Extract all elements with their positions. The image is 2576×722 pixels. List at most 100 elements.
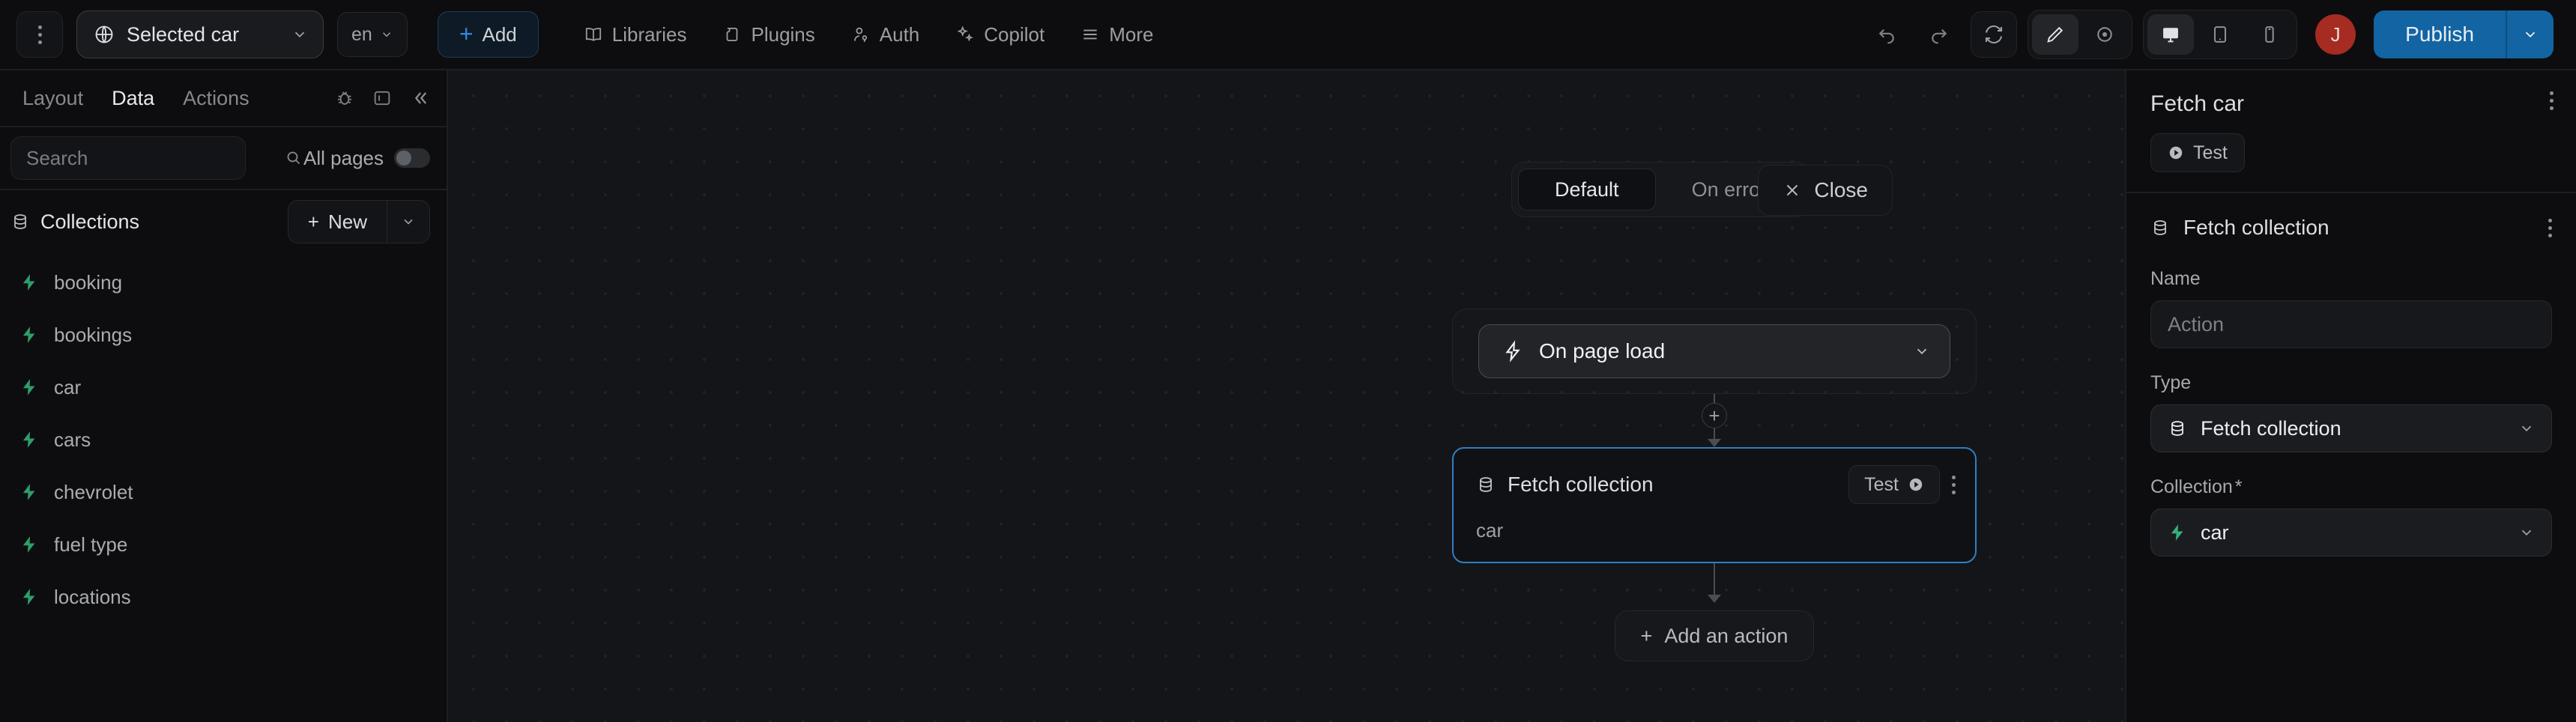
nav-item-copilot[interactable]: Copilot bbox=[940, 13, 1059, 56]
new-collection-button[interactable]: + New bbox=[288, 201, 387, 243]
device-desktop-button[interactable] bbox=[2147, 14, 2195, 55]
supabase-bolt-icon bbox=[19, 273, 39, 292]
lightning-icon bbox=[1502, 340, 1524, 362]
collection-label: booking bbox=[54, 270, 123, 294]
list-item[interactable]: bookings bbox=[0, 309, 447, 361]
main-menu-button[interactable] bbox=[16, 11, 63, 58]
list-item[interactable]: chevrolet bbox=[0, 466, 447, 518]
add-button-label: Add bbox=[482, 22, 517, 46]
toggle-switch[interactable] bbox=[394, 148, 430, 168]
device-group bbox=[2143, 10, 2298, 59]
arrow-icon bbox=[1708, 439, 1721, 447]
eye-icon bbox=[2094, 24, 2115, 45]
top-toolbar: Selected car en + Add Libraries Plugins … bbox=[0, 0, 2576, 70]
nav-item-plugins[interactable]: Plugins bbox=[707, 13, 829, 56]
type-select[interactable]: Fetch collection bbox=[2150, 404, 2552, 452]
collection-select[interactable]: car bbox=[2150, 509, 2552, 556]
book-icon bbox=[584, 25, 603, 44]
sidebar-tab-icons bbox=[334, 88, 430, 109]
refresh-button[interactable] bbox=[1971, 11, 2018, 58]
add-button[interactable]: + Add bbox=[437, 11, 539, 58]
nav-label: More bbox=[1109, 22, 1154, 46]
trigger-node[interactable]: On page load bbox=[1478, 324, 1950, 378]
app-body: Layout Data Actions Search All pages Col… bbox=[0, 70, 2576, 722]
insert-action-button[interactable]: + bbox=[1702, 403, 1727, 428]
device-tablet-button[interactable] bbox=[2197, 14, 2243, 55]
database-icon bbox=[10, 212, 30, 231]
panel-icon[interactable] bbox=[372, 88, 393, 109]
section-menu-button[interactable] bbox=[2548, 218, 2552, 237]
collection-label: car bbox=[54, 375, 82, 398]
edit-mode-button[interactable] bbox=[2032, 14, 2079, 55]
plugin-icon bbox=[722, 25, 742, 44]
toolbar-nav: Libraries Plugins Auth Copilot More bbox=[569, 13, 1169, 56]
preview-mode-button[interactable] bbox=[2081, 14, 2128, 55]
device-mobile-button[interactable] bbox=[2246, 14, 2293, 55]
kebab-menu-icon bbox=[37, 25, 42, 44]
close-icon bbox=[1783, 180, 1802, 200]
name-input[interactable]: Action bbox=[2150, 300, 2552, 348]
all-pages-toggle[interactable]: All pages bbox=[303, 147, 430, 170]
right-panel-menu-button[interactable] bbox=[2550, 91, 2554, 110]
list-item[interactable]: car bbox=[0, 361, 447, 413]
chevron-down-icon bbox=[2518, 420, 2535, 437]
search-box[interactable] bbox=[10, 136, 300, 180]
collections-title: Collections bbox=[40, 210, 140, 233]
redo-button[interactable] bbox=[1918, 13, 1960, 55]
add-action-button[interactable]: + Add an action bbox=[1614, 610, 1815, 661]
plus-icon: + bbox=[307, 210, 319, 233]
publish-button[interactable]: Publish bbox=[2374, 10, 2506, 58]
nav-item-auth[interactable]: Auth bbox=[836, 13, 935, 56]
supabase-bolt-icon bbox=[19, 482, 39, 502]
mobile-icon bbox=[2259, 24, 2280, 45]
collection-select-value: car bbox=[2201, 521, 2229, 544]
chevron-down-icon bbox=[380, 28, 393, 41]
database-icon bbox=[2150, 218, 2170, 237]
publish-label: Publish bbox=[2405, 22, 2474, 46]
action-node-menu-button[interactable] bbox=[1952, 475, 1956, 494]
action-node-test-button[interactable]: Test bbox=[1848, 465, 1940, 504]
add-action-row: + Add an action bbox=[1452, 610, 1977, 661]
field-type: Type Fetch collection bbox=[2150, 372, 2552, 452]
page-selector[interactable]: Selected car bbox=[76, 10, 324, 58]
search-input[interactable] bbox=[26, 146, 277, 170]
right-panel-header: Fetch car Test bbox=[2126, 70, 2576, 193]
right-panel-test-button[interactable]: Test bbox=[2150, 133, 2245, 172]
trigger-node-label: On page load bbox=[1539, 339, 1666, 362]
right-panel-body: Fetch collection Name Action Type Fetch … bbox=[2126, 193, 2576, 580]
tab-layout[interactable]: Layout bbox=[10, 87, 95, 110]
chevron-down-icon[interactable] bbox=[1914, 343, 1930, 360]
new-collection-options-button[interactable] bbox=[387, 201, 429, 243]
name-input-placeholder: Action bbox=[2168, 312, 2225, 336]
chevron-down-icon bbox=[2518, 524, 2535, 541]
nav-item-libraries[interactable]: Libraries bbox=[569, 13, 702, 56]
bug-icon[interactable] bbox=[334, 88, 355, 109]
desktop-icon bbox=[2160, 24, 2181, 45]
collections-header: Collections + New bbox=[0, 190, 447, 253]
publish-options-button[interactable] bbox=[2507, 10, 2554, 58]
tablet-icon bbox=[2210, 24, 2231, 45]
tab-actions[interactable]: Actions bbox=[171, 87, 261, 110]
list-item[interactable]: booking bbox=[0, 256, 447, 309]
action-node-fetch-collection[interactable]: Fetch collection Test car bbox=[1452, 447, 1977, 563]
refresh-icon bbox=[1983, 23, 2005, 46]
nav-item-more[interactable]: More bbox=[1065, 13, 1168, 56]
undo-button[interactable] bbox=[1866, 13, 1908, 55]
flow-canvas[interactable]: Default On error Close On page load + Fe… bbox=[448, 70, 2125, 722]
section-header-fetch-collection: Fetch collection bbox=[2150, 216, 2552, 240]
nav-label: Copilot bbox=[984, 22, 1045, 46]
collection-label: chevrolet bbox=[54, 480, 133, 503]
list-item[interactable]: locations bbox=[0, 571, 447, 623]
close-button[interactable]: Close bbox=[1758, 165, 1893, 216]
collections-list: booking bookings car cars chevrolet fuel… bbox=[0, 253, 447, 722]
list-item[interactable]: cars bbox=[0, 413, 447, 466]
action-flow: On page load + Fetch collection Test car… bbox=[1452, 309, 1977, 661]
collapse-left-icon[interactable] bbox=[409, 88, 430, 109]
list-item[interactable]: fuel type bbox=[0, 518, 447, 571]
tab-data[interactable]: Data bbox=[100, 87, 166, 110]
collection-label: fuel type bbox=[54, 533, 128, 556]
language-selector[interactable]: en bbox=[337, 12, 408, 57]
right-panel-header-top: Fetch car bbox=[2150, 91, 2554, 117]
mode-default-button[interactable]: Default bbox=[1518, 169, 1656, 210]
avatar[interactable]: J bbox=[2315, 14, 2356, 55]
